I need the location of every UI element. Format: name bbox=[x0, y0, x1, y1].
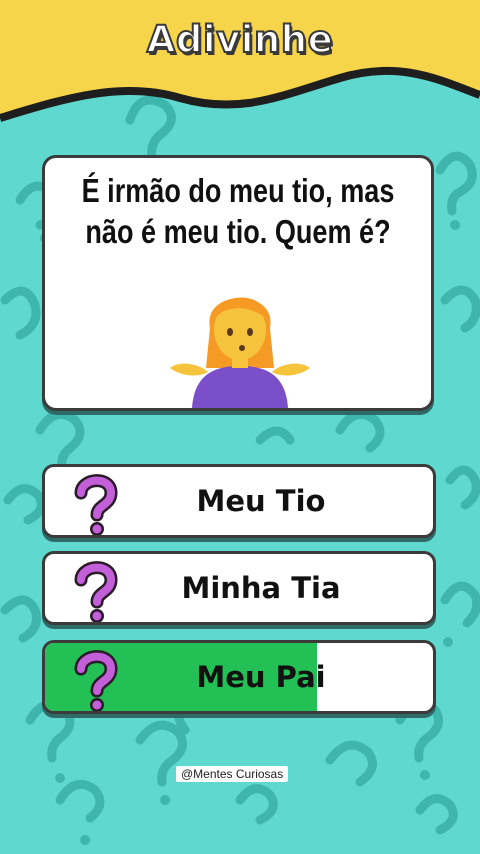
option-button-3[interactable]: Meu Pai bbox=[42, 640, 436, 714]
option-label-3: Meu Pai bbox=[196, 660, 326, 694]
question-text: É irmão do meu tio, mas não é meu tio. Q… bbox=[81, 172, 395, 250]
shrugging-woman-illustration bbox=[170, 297, 310, 408]
option-button-2[interactable]: Minha Tia bbox=[42, 551, 436, 625]
credit-watermark: @Mentes Curiosas bbox=[176, 766, 289, 782]
question-card: É irmão do meu tio, mas não é meu tio. Q… bbox=[42, 155, 434, 411]
option-label-1: Meu Tio bbox=[196, 484, 326, 518]
page-title: Adivinhe bbox=[146, 17, 334, 62]
option-button-1[interactable]: Meu Tio bbox=[42, 464, 436, 538]
option-label-2: Minha Tia bbox=[181, 571, 341, 605]
